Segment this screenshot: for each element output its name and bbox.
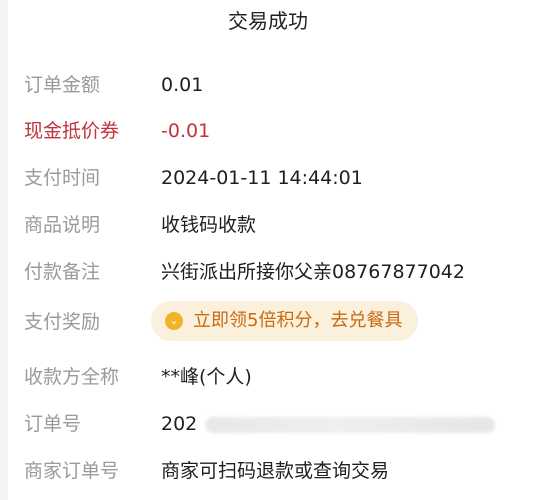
payment-note-value: 兴街派出所接你父亲08767877042 (161, 261, 465, 283)
pay-reward-text: 立即领5倍积分，去兑餐具 (193, 310, 403, 331)
pay-reward-row: 支付奖励 ⌄ 立即领5倍积分，去兑餐具 (24, 301, 526, 341)
product-desc-value: 收钱码收款 (161, 214, 257, 236)
payment-note-label: 付款备注 (24, 261, 101, 283)
order-no-row: 订单号 202 (24, 409, 526, 439)
payee-name-row: 收款方全称 **峰(个人) (24, 362, 526, 392)
order-no-prefix: 202 (161, 413, 198, 435)
pay-reward-button[interactable]: ⌄ 立即领5倍积分，去兑餐具 (151, 301, 419, 341)
product-desc-row: 商品说明 收钱码收款 (24, 210, 526, 240)
pay-time-label: 支付时间 (24, 167, 101, 189)
payee-name-value: **峰(个人) (161, 366, 252, 388)
merchant-order-label: 商家订单号 (24, 460, 120, 482)
merchant-order-row: 商家订单号 商家可扫码退款或查询交易 (24, 456, 526, 486)
order-amount-row: 订单金额 0.01 (24, 70, 526, 100)
order-amount-value: 0.01 (161, 74, 204, 96)
cash-coupon-label: 现金抵价券 (24, 120, 120, 142)
merchant-order-value: 商家可扫码退款或查询交易 (161, 460, 390, 482)
payment-note-row: 付款备注 兴街派出所接你父亲08767877042 (24, 257, 526, 287)
transaction-detail-screen: 交易成功 订单金额 0.01 现金抵价券 -0.01 支付时间 2024-01-… (0, 0, 536, 500)
left-edge-shadow (0, 0, 8, 500)
pay-time-row: 支付时间 2024-01-11 14:44:01 (24, 163, 526, 193)
order-no-blurred-value (205, 417, 495, 433)
pay-reward-label: 支付奖励 (24, 311, 101, 333)
page-title: 交易成功 (228, 9, 308, 33)
chevron-down-icon: ⌄ (165, 312, 183, 330)
payee-name-label: 收款方全称 (24, 366, 120, 388)
pay-time-value: 2024-01-11 14:44:01 (161, 167, 363, 189)
cash-coupon-row: 现金抵价券 -0.01 (24, 116, 526, 146)
order-no-label: 订单号 (24, 413, 82, 435)
order-amount-label: 订单金额 (24, 74, 101, 96)
product-desc-label: 商品说明 (24, 214, 101, 236)
cash-coupon-value: -0.01 (161, 120, 211, 142)
